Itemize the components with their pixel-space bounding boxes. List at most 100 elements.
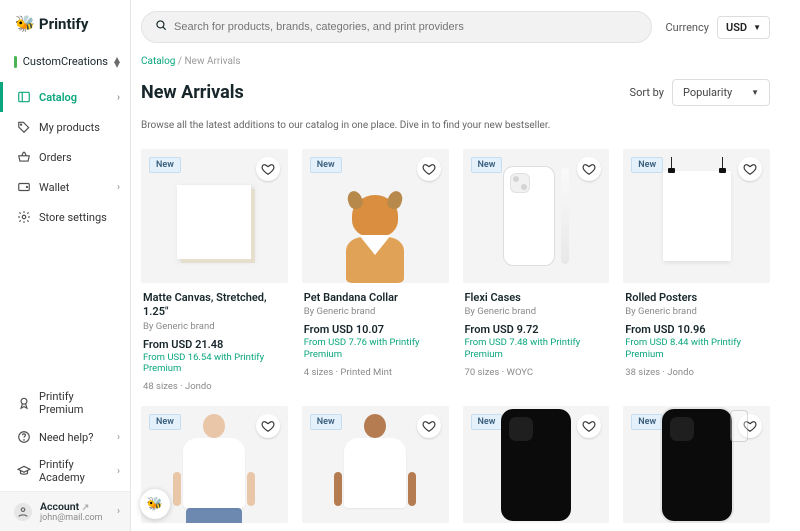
topbar: Currency USD ▼ xyxy=(131,0,800,54)
nav-wallet[interactable]: Wallet › xyxy=(0,172,130,202)
nav-academy-label: Printify Academy xyxy=(39,458,109,484)
chevron-right-icon: › xyxy=(117,466,120,477)
favorite-button[interactable] xyxy=(256,157,280,181)
product-brand: By Generic brand xyxy=(465,306,608,317)
chevron-right-icon: › xyxy=(117,92,120,103)
store-switcher[interactable]: CustomCreations ▴▾ xyxy=(0,47,130,76)
favorite-button[interactable] xyxy=(577,414,601,438)
favorite-button[interactable] xyxy=(577,157,601,181)
product-card[interactable]: New Flexi Cases By Generic brand From US… xyxy=(463,149,610,392)
product-price: From USD 9.72 xyxy=(465,323,608,336)
page-description: Browse all the latest additions to our c… xyxy=(141,120,770,131)
product-thumb: New xyxy=(463,406,610,523)
breadcrumb-sep: / xyxy=(178,56,182,67)
new-badge: New xyxy=(471,157,503,173)
nav-help[interactable]: Need help? › xyxy=(0,423,130,451)
favorite-button[interactable] xyxy=(738,157,762,181)
product-thumb: New xyxy=(302,149,449,283)
account-label: Account xyxy=(40,500,79,513)
chevron-right-icon: › xyxy=(117,182,120,193)
product-thumb: New xyxy=(302,406,449,523)
favorite-button[interactable] xyxy=(256,414,280,438)
product-price: From USD 21.48 xyxy=(143,338,286,351)
external-icon: ↗ xyxy=(82,503,90,513)
nav-academy[interactable]: Printify Academy › xyxy=(0,451,130,491)
caret-down-icon: ▼ xyxy=(753,23,761,32)
nav-catalog-label: Catalog xyxy=(39,91,77,104)
account-email: john@mail.com xyxy=(40,513,103,523)
product-premium-price: From USD 7.76 with Printify Premium xyxy=(304,337,447,361)
product-card[interactable]: New Pet Bandana Collar By Generic brand … xyxy=(302,149,449,392)
nav-orders-label: Orders xyxy=(39,151,72,164)
product-premium-price: From USD 16.54 with Printify Premium xyxy=(143,352,286,376)
product-card[interactable]: New xyxy=(623,406,770,523)
product-image xyxy=(501,409,571,521)
sort-value: Popularity xyxy=(683,86,732,99)
product-card[interactable]: New xyxy=(463,406,610,523)
avatar-icon xyxy=(14,503,32,521)
breadcrumb-catalog[interactable]: Catalog xyxy=(141,56,175,67)
product-sizes: 70 sizes · WOYC xyxy=(465,367,608,378)
nav-premium[interactable]: Printify Premium xyxy=(0,383,130,423)
product-brand: By Generic brand xyxy=(143,321,286,332)
search-input[interactable] xyxy=(174,21,639,33)
nav-wallet-label: Wallet xyxy=(39,181,69,194)
product-sizes: 38 sizes · Jondo xyxy=(625,367,768,378)
currency-label: Currency xyxy=(666,21,709,34)
product-card[interactable]: New Rolled Posters By Generic brand From… xyxy=(623,149,770,392)
basket-icon xyxy=(17,150,31,164)
search-bar[interactable] xyxy=(141,11,652,43)
sort-dropdown[interactable]: Popularity ▼ xyxy=(672,79,770,106)
search-icon xyxy=(154,18,168,36)
product-premium-price: From USD 7.48 with Printify Premium xyxy=(465,337,608,361)
new-badge: New xyxy=(631,414,663,430)
new-badge: New xyxy=(149,157,181,173)
main: Currency USD ▼ Catalog / New Arrivals Ne… xyxy=(131,0,800,531)
product-price: From USD 10.07 xyxy=(304,323,447,336)
chevron-right-icon: › xyxy=(117,432,120,443)
product-name: Matte Canvas, Stretched, 1.25" xyxy=(143,291,286,320)
account-menu[interactable]: Account ↗ john@mail.com › xyxy=(0,491,130,531)
tag-icon xyxy=(17,120,31,134)
product-sizes: 4 sizes · Printed Mint xyxy=(304,367,447,378)
product-price: From USD 10.96 xyxy=(625,323,768,336)
nav-store-settings[interactable]: Store settings xyxy=(0,202,130,232)
product-card[interactable]: New Matte Canvas, Stretched, 1.25" By Ge… xyxy=(141,149,288,392)
currency-dropdown[interactable]: USD ▼ xyxy=(717,16,770,39)
product-grid: New Matte Canvas, Stretched, 1.25" By Ge… xyxy=(141,149,770,523)
store-icon xyxy=(14,56,17,68)
product-name: Pet Bandana Collar xyxy=(304,291,447,305)
brand-logo[interactable]: 🐝 Printify xyxy=(0,0,130,47)
product-image xyxy=(177,185,251,259)
new-badge: New xyxy=(149,414,181,430)
product-thumb: New xyxy=(463,149,610,283)
product-brand: By Generic brand xyxy=(304,306,447,317)
caret-down-icon: ▼ xyxy=(751,88,759,97)
product-card[interactable]: New xyxy=(302,406,449,523)
nav-orders[interactable]: Orders xyxy=(0,142,130,172)
help-fab[interactable]: 🐝 xyxy=(140,489,170,519)
product-image xyxy=(346,149,404,283)
nav-catalog[interactable]: Catalog › xyxy=(0,82,130,112)
new-badge: New xyxy=(310,414,342,430)
help-icon xyxy=(17,430,31,444)
nav-premium-label: Printify Premium xyxy=(39,390,120,416)
product-thumb: New xyxy=(623,406,770,523)
nav-help-label: Need help? xyxy=(39,431,93,444)
product-premium-price: From USD 8.44 with Printify Premium xyxy=(625,337,768,361)
favorite-button[interactable] xyxy=(417,157,441,181)
new-badge: New xyxy=(631,157,663,173)
favorite-button[interactable] xyxy=(417,414,441,438)
content: Catalog / New Arrivals New Arrivals Sort… xyxy=(131,54,800,523)
nav-my-products[interactable]: My products xyxy=(0,112,130,142)
sort-control: Sort by Popularity ▼ xyxy=(630,79,770,106)
favorite-button[interactable] xyxy=(738,414,762,438)
nav-my-products-label: My products xyxy=(39,121,100,134)
breadcrumb-current: New Arrivals xyxy=(185,56,241,67)
nav-store-settings-label: Store settings xyxy=(39,211,107,224)
updown-icon: ▴▾ xyxy=(114,57,120,67)
bee-icon: 🐝 xyxy=(147,497,163,512)
page-title: New Arrivals xyxy=(141,82,244,103)
sort-label: Sort by xyxy=(630,86,664,99)
currency-selector: Currency USD ▼ xyxy=(666,16,770,39)
